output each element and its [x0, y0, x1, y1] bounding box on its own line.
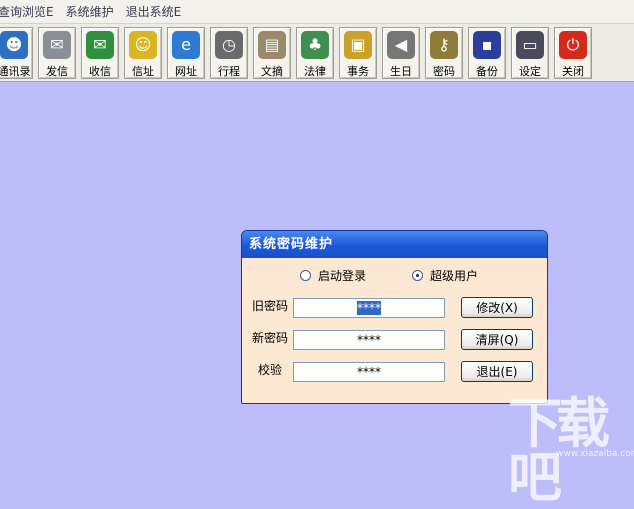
toolbar-button-contacts[interactable]: ☻ 通讯录 — [0, 27, 33, 79]
new-password-input[interactable]: **** — [293, 330, 445, 350]
new-password-label: 新密码 — [252, 331, 289, 345]
toolbar-button-label: 事务 — [347, 65, 369, 78]
toolbar-button-speaker[interactable]: ◀ 生日 — [382, 27, 420, 79]
toolbar-button-floppy-disk[interactable]: ▪ 备份 — [468, 27, 506, 79]
toolbar-button-label: 法律 — [304, 65, 326, 78]
exit-button[interactable]: 退出(E) — [461, 361, 533, 382]
radio-startup-login[interactable]: 启动登录 — [300, 267, 366, 284]
password-maintenance-dialog: 系统密码维护 启动登录 超级用户 旧密码 **** 新密码 **** 校验 **… — [241, 230, 548, 404]
old-password-value: **** — [357, 301, 381, 315]
old-password-input[interactable]: **** — [293, 298, 445, 318]
settings-monitor-icon: ▭ — [516, 31, 544, 59]
speaker-icon: ◀ — [387, 31, 415, 59]
menu-query-browse[interactable]: 查询浏览E — [0, 3, 60, 20]
floppy-disk-icon: ▪ — [473, 31, 501, 59]
certificate-icon: ▣ — [344, 31, 372, 59]
radio-superuser-circle[interactable] — [412, 270, 423, 281]
toolbar-button-label: 备份 — [476, 65, 498, 78]
clock-icon: ◷ — [215, 31, 243, 59]
modify-button[interactable]: 修改(X) — [461, 297, 533, 318]
watermark-url: www.xiazaiba.com — [556, 449, 634, 459]
dialog-title: 系统密码维护 — [242, 231, 547, 258]
toolbar-button-label: 关闭 — [562, 65, 584, 78]
verify-value: **** — [357, 365, 381, 379]
toolbar-button-label: 文摘 — [261, 65, 283, 78]
notebook-icon: ▤ — [258, 31, 286, 59]
toolbar-button-address-book[interactable]: ☺ 信址 — [124, 27, 162, 79]
inbox-icon: ✉ — [86, 31, 114, 59]
old-password-label: 旧密码 — [252, 299, 289, 313]
toolbar-button-keys[interactable]: ⚷ 密码 — [425, 27, 463, 79]
contacts-icon: ☻ — [0, 31, 28, 59]
toolbar-button-label: 网址 — [175, 65, 197, 78]
toolbar-button-clock[interactable]: ◷ 行程 — [210, 27, 248, 79]
radio-startup-login-circle[interactable] — [300, 270, 311, 281]
menu-bar: 查询浏览E 系统维护 退出系统E — [0, 0, 634, 24]
toolbar-button-inbox[interactable]: ✉ 收信 — [81, 27, 119, 79]
verify-input[interactable]: **** — [293, 362, 445, 382]
law-book-icon: ♣ — [301, 31, 329, 59]
toolbar-button-notebook[interactable]: ▤ 文摘 — [253, 27, 291, 79]
toolbar-button-label: 发信 — [46, 65, 68, 78]
clear-screen-button[interactable]: 清屏(Q) — [461, 329, 533, 350]
internet-explorer-icon: e — [172, 31, 200, 59]
toolbar-button-label: 通讯录 — [0, 65, 31, 78]
radio-superuser-label: 超级用户 — [430, 269, 479, 283]
menu-system-maintenance[interactable]: 系统维护 — [60, 3, 120, 20]
new-password-value: **** — [357, 333, 381, 347]
toolbar-button-internet-explorer[interactable]: e 网址 — [167, 27, 205, 79]
radio-superuser[interactable]: 超级用户 — [412, 267, 478, 284]
toolbar-button-law-book[interactable]: ♣ 法律 — [296, 27, 334, 79]
verify-label: 校验 — [258, 363, 283, 377]
toolbar-button-label: 密码 — [433, 65, 455, 78]
send-mail-icon: ✉ — [43, 31, 71, 59]
address-book-icon: ☺ — [129, 31, 157, 59]
toolbar-button-send-mail[interactable]: ✉ 发信 — [38, 27, 76, 79]
toolbar-button-label: 设定 — [519, 65, 541, 78]
toolbar: ☻ 通讯录 ✉ 发信 ✉ 收信 ☺ 信址 e 网址 ◷ 行程 ▤ 文摘 ♣ 法律 ▣ 事务 ◀ 生日 ⚷ 密码 ▪ 备份 ▭ 设定… — [0, 24, 634, 82]
menu-exit-system[interactable]: 退出系统E — [120, 3, 188, 20]
toolbar-button-certificate[interactable]: ▣ 事务 — [339, 27, 377, 79]
toolbar-button-label: 生日 — [390, 65, 412, 78]
toolbar-button-power[interactable]: ⏻ 关闭 — [554, 27, 592, 79]
toolbar-button-settings-monitor[interactable]: ▭ 设定 — [511, 27, 549, 79]
keys-icon: ⚷ — [430, 31, 458, 59]
toolbar-button-label: 收信 — [89, 65, 111, 78]
radio-startup-login-label: 启动登录 — [318, 269, 367, 283]
toolbar-button-label: 信址 — [132, 65, 154, 78]
toolbar-button-label: 行程 — [218, 65, 240, 78]
power-icon: ⏻ — [559, 31, 587, 59]
